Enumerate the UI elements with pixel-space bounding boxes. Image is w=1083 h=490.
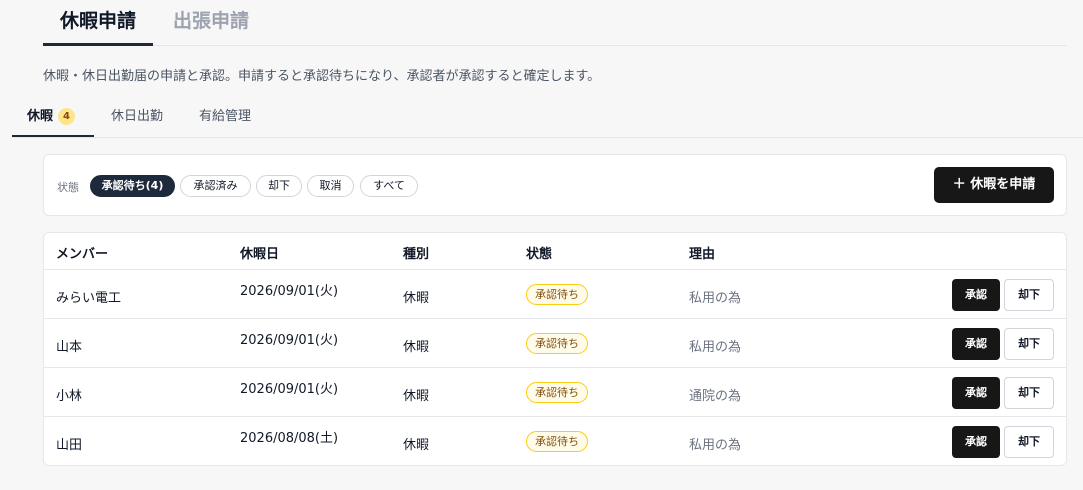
header-date: 休暇日 <box>240 247 280 262</box>
leave-type: 休暇 <box>403 340 430 355</box>
header-reason: 理由 <box>689 247 716 262</box>
leave-requests-table: メンバー 休暇日 種別 状態 理由 みらい電工 2026/09/01(火) 休暇… <box>43 232 1067 466</box>
sub-tab-paid-leave[interactable]: 有給管理 <box>199 100 251 137</box>
count-badge: 4 <box>58 108 76 125</box>
status-badge: 承認待ち <box>526 333 588 354</box>
filter-chip-approved[interactable]: 承認済み <box>180 175 251 197</box>
status-badge: 承認待ち <box>526 431 588 452</box>
filter-chip-cancelled[interactable]: 取消 <box>307 175 354 197</box>
leave-date: 2026/09/01(火) <box>240 333 339 348</box>
header-member: メンバー <box>56 247 109 262</box>
member-name: 小林 <box>56 389 83 404</box>
approve-button[interactable]: 承認 <box>952 377 1000 409</box>
reject-button[interactable]: 却下 <box>1004 279 1054 311</box>
leave-reason: 私用の為 <box>689 291 742 306</box>
sub-tab-leave[interactable]: 休暇 4 <box>12 100 94 137</box>
leave-type: 休暇 <box>403 291 430 306</box>
header-status: 状態 <box>526 247 553 262</box>
sub-tabs: 休暇 4 休日出勤 有給管理 <box>12 100 1083 138</box>
leave-reason: 通院の為 <box>689 389 742 404</box>
table-row: みらい電工 2026/09/01(火) 休暇 承認待ち 私用の為 承認 却下 <box>44 270 1066 319</box>
table-row: 山田 2026/08/08(土) 休暇 承認待ち 私用の為 承認 却下 <box>44 417 1066 465</box>
filter-bar: 状態 承認待ち(4) 承認済み 却下 取消 すべて ＋ 休暇を申請 <box>43 154 1067 216</box>
sub-tab-holiday-work[interactable]: 休日出勤 <box>111 100 163 137</box>
leave-reason: 私用の為 <box>689 438 742 453</box>
table-header: メンバー 休暇日 種別 状態 理由 <box>44 233 1066 270</box>
status-badge: 承認待ち <box>526 284 588 305</box>
filter-chip-pending[interactable]: 承認待ち(4) <box>90 175 175 197</box>
leave-date: 2026/08/08(土) <box>240 431 339 446</box>
leave-date: 2026/09/01(火) <box>240 382 339 397</box>
tab-leave-request[interactable]: 休暇申請 <box>43 6 153 46</box>
member-name: みらい電工 <box>56 291 122 306</box>
approve-button[interactable]: 承認 <box>952 328 1000 360</box>
main-tabs: 休暇申請 出張申請 <box>43 0 1067 46</box>
leave-type: 休暇 <box>403 389 430 404</box>
page-description: 休暇・休日出勤届の申請と承認。申請すると承認待ちになり、承認者が承認すると確定し… <box>43 69 601 84</box>
leave-reason: 私用の為 <box>689 340 742 355</box>
leave-type: 休暇 <box>403 438 430 453</box>
reject-button[interactable]: 却下 <box>1004 426 1054 458</box>
filter-chip-all[interactable]: すべて <box>360 175 418 197</box>
status-badge: 承認待ち <box>526 382 588 403</box>
table-row: 山本 2026/09/01(火) 休暇 承認待ち 私用の為 承認 却下 <box>44 319 1066 368</box>
reject-button[interactable]: 却下 <box>1004 328 1054 360</box>
leave-date: 2026/09/01(火) <box>240 284 339 299</box>
table-row: 小林 2026/09/01(火) 休暇 承認待ち 通院の為 承認 却下 <box>44 368 1066 417</box>
reject-button[interactable]: 却下 <box>1004 377 1054 409</box>
header-area: 休暇申請 出張申請 休暇・休日出勤届の申請と承認。申請すると承認待ちになり、承認… <box>0 0 1083 138</box>
member-name: 山田 <box>56 438 83 453</box>
member-name: 山本 <box>56 340 83 355</box>
new-leave-request-button[interactable]: ＋ 休暇を申請 <box>934 167 1054 203</box>
header-type: 種別 <box>403 247 430 262</box>
sub-tab-leave-label: 休暇 <box>27 109 54 124</box>
approve-button[interactable]: 承認 <box>952 279 1000 311</box>
tab-business-trip[interactable]: 出張申請 <box>173 6 249 46</box>
filter-label: 状態 <box>57 181 79 194</box>
filter-chip-rejected[interactable]: 却下 <box>256 175 302 197</box>
approve-button[interactable]: 承認 <box>952 426 1000 458</box>
